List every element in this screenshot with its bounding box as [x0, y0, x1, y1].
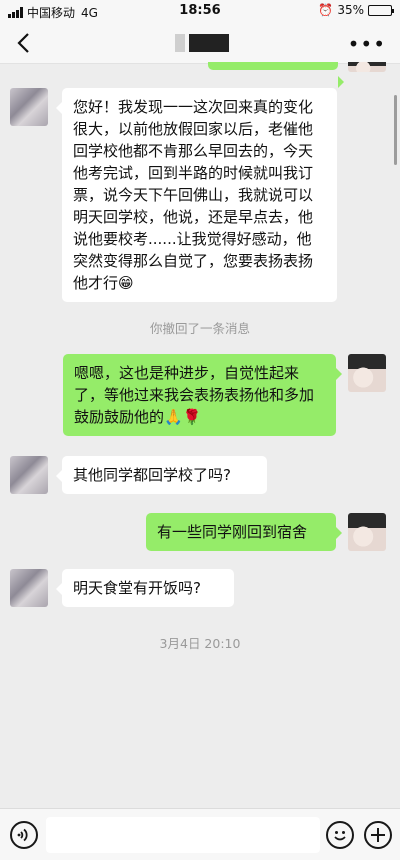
scrollbar[interactable]	[394, 95, 397, 165]
contact-avatar[interactable]	[10, 88, 48, 126]
message-bubble-outgoing[interactable]: 有一些同学刚回到宿舍	[146, 513, 342, 551]
my-avatar[interactable]	[348, 513, 386, 551]
contact-avatar[interactable]	[10, 456, 48, 494]
contact-avatar[interactable]	[10, 569, 48, 607]
message-bubble-incoming[interactable]: 明天食堂有开饭吗?	[56, 569, 234, 607]
my-avatar[interactable]	[348, 62, 386, 72]
timestamp: 3月4日 20:10	[159, 636, 241, 651]
message-input[interactable]	[46, 817, 320, 853]
message-bubble-incoming[interactable]: 其他同学都回学校了吗?	[56, 456, 267, 494]
message-bubble-outgoing[interactable]: 嗯嗯，这也是种进步，自觉性起来了，等他过来我会表扬表扬他和多加鼓励鼓励他的🙏🌹	[63, 354, 342, 436]
recall-notice: 你撤回了一条消息	[149, 321, 250, 336]
ellipsis-icon[interactable]: •••	[348, 32, 386, 56]
battery-icon	[368, 4, 394, 16]
chat-header: •••	[0, 22, 400, 64]
battery-percent: 35%	[337, 3, 364, 17]
emoji-icon[interactable]	[326, 821, 354, 849]
input-bar	[0, 808, 400, 860]
message-bubble-incoming[interactable]: 您好！我发现一一这次回来真的变化很大，以前他放假回家以后，老催他回学校他都不肯那…	[56, 88, 337, 302]
status-bar: 中国移动 4G 18:56 ⏰ 35%	[0, 0, 400, 22]
partial-message-bubble	[208, 62, 344, 88]
my-avatar[interactable]	[348, 354, 386, 392]
chevron-left-icon[interactable]	[12, 30, 36, 56]
voice-icon[interactable]	[10, 821, 38, 849]
plus-icon[interactable]	[364, 821, 392, 849]
contact-name-redacted	[150, 32, 250, 52]
alarm-icon: ⏰	[318, 3, 334, 17]
